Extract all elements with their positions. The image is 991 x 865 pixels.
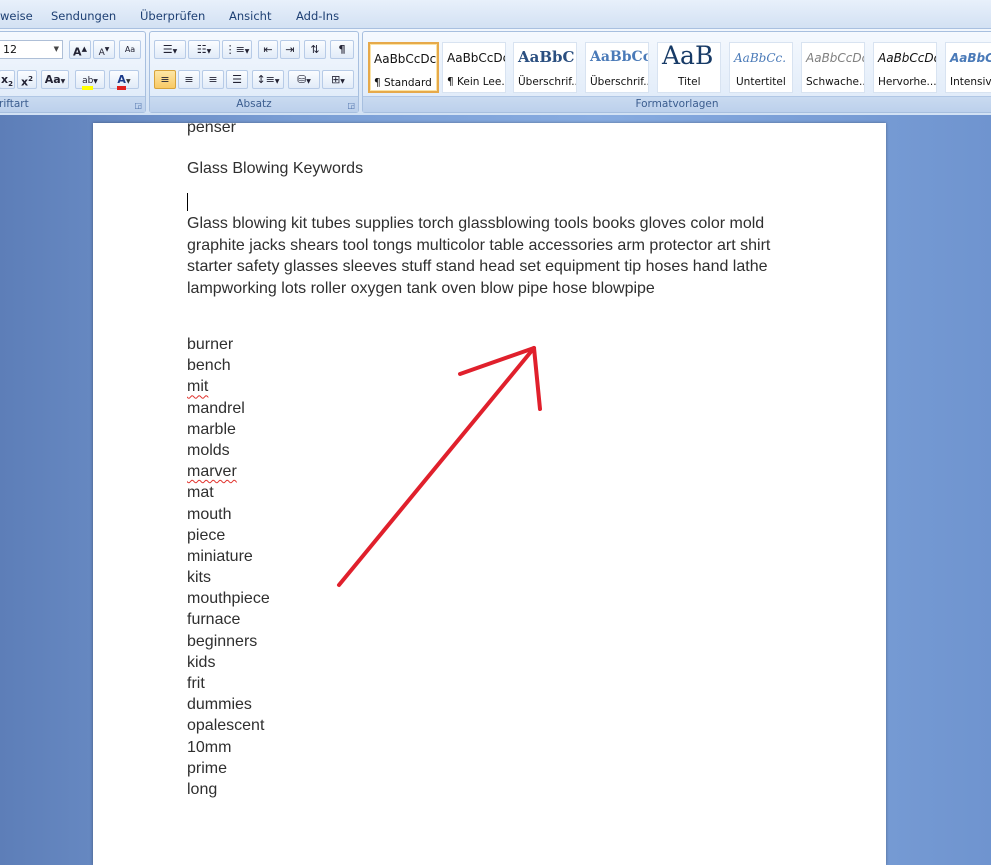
style-intensive-hervorhebung[interactable]: AaBbCc Intensiv xyxy=(945,42,991,93)
decrease-indent-icon: ⇤ xyxy=(263,43,273,56)
change-case-button[interactable]: Aa▼ xyxy=(41,70,69,89)
font-color-button[interactable]: A▼ xyxy=(109,70,139,90)
style-kein-leerraum[interactable]: AaBbCcDc ¶ Kein Lee... xyxy=(442,42,506,93)
align-right-icon: ≡ xyxy=(208,73,218,86)
shrink-font-button[interactable]: A▼ xyxy=(93,40,115,59)
list-item: dummies xyxy=(187,696,252,714)
document-heading: Glass Blowing Keywords xyxy=(187,160,364,177)
increase-indent-icon: ⇥ xyxy=(285,43,295,56)
superscript-button[interactable]: x2 xyxy=(17,70,37,89)
list-item: burner xyxy=(187,336,234,353)
paragraph-group-label: Absatz xyxy=(150,96,358,112)
decrease-indent-button[interactable]: ⇤ xyxy=(258,40,278,59)
align-left-icon: ≡ xyxy=(160,73,170,86)
paragraph-group: ☰▼ ☷▼ ⋮≡▼ ⇤ ⇥ ⇅ ¶ ≡ ≡ ≡ ☰ ↕≡▼ ⛁▼ ⊞▼ Absa… xyxy=(149,31,359,113)
list-item: furnace xyxy=(187,611,241,629)
list-item: molds xyxy=(187,441,230,459)
align-right-button[interactable]: ≡ xyxy=(202,70,224,89)
font-color-icon: A xyxy=(117,73,126,90)
tab-sendungen[interactable]: Sendungen xyxy=(51,9,116,23)
style-schwache-hervorhebung[interactable]: AaBbCcDc Schwache... xyxy=(801,42,865,93)
font-group: 12 ▼ A▲ A▼ Aa x2 x2 Aa▼ ab▼ A▼ riftart ◲ xyxy=(0,31,146,113)
sort-button[interactable]: ⇅ xyxy=(304,40,326,59)
numbered-list-icon: ☷ xyxy=(196,43,207,56)
paint-bucket-icon: ⛁ xyxy=(297,73,307,86)
list-item: mit xyxy=(187,378,209,396)
show-formatting-button[interactable]: ¶ xyxy=(330,40,354,59)
increase-indent-button[interactable]: ⇥ xyxy=(280,40,300,59)
tab-ueberpruefen[interactable]: Überprüfen xyxy=(140,9,205,23)
tab-sendungen-partial[interactable]: weise xyxy=(0,9,33,23)
sort-icon: ⇅ xyxy=(310,43,320,56)
multilevel-list-button[interactable]: ⋮≡▼ xyxy=(222,40,252,59)
borders-icon: ⊞ xyxy=(331,73,341,86)
borders-button[interactable]: ⊞▼ xyxy=(322,70,354,89)
line-spacing-button[interactable]: ↕≡▼ xyxy=(252,70,284,89)
align-center-button[interactable]: ≡ xyxy=(178,70,200,89)
pilcrow-icon: ¶ xyxy=(338,43,346,56)
list-item: kids xyxy=(187,653,216,671)
first-line-text: penser xyxy=(187,119,236,136)
list-item: kits xyxy=(187,569,211,587)
subscript-button[interactable]: x2 xyxy=(0,70,15,89)
shading-button[interactable]: ⛁▼ xyxy=(288,70,320,89)
list-item: marble xyxy=(187,420,236,438)
chevron-down-icon: ▼ xyxy=(53,45,59,53)
ribbon: 12 ▼ A▲ A▼ Aa x2 x2 Aa▼ ab▼ A▼ riftart ◲ xyxy=(0,29,991,115)
align-left-button[interactable]: ≡ xyxy=(154,70,176,89)
justify-button[interactable]: ☰ xyxy=(226,70,248,89)
tab-add-ins[interactable]: Add-Ins xyxy=(296,9,339,23)
multilevel-list-icon: ⋮≡ xyxy=(224,43,245,56)
align-center-icon: ≡ xyxy=(184,73,194,86)
highlight-color-button[interactable]: ab▼ xyxy=(75,70,105,90)
style-untertitel[interactable]: AaBbCc. Untertitel xyxy=(729,42,793,93)
list-item: long xyxy=(187,780,218,798)
tab-ansicht[interactable]: Ansicht xyxy=(229,9,271,23)
grow-font-button[interactable]: A▲ xyxy=(69,40,91,59)
list-item: mouth xyxy=(187,505,232,523)
font-group-label: riftart xyxy=(0,96,145,112)
styles-group: AaBbCcDc ¶ Standard AaBbCcDc ¶ Kein Lee.… xyxy=(362,31,991,113)
style-titel[interactable]: AaB Titel xyxy=(657,42,721,93)
list-item: bench xyxy=(187,357,231,375)
style-ueberschrift-2[interactable]: AaBbCc Überschrif... xyxy=(585,42,649,93)
justify-icon: ☰ xyxy=(232,73,242,86)
numbering-button[interactable]: ☷▼ xyxy=(188,40,220,59)
ribbon-tab-bar: weise Sendungen Überprüfen Ansicht Add-I… xyxy=(0,0,991,29)
line-spacing-icon: ↕≡ xyxy=(256,73,275,86)
clear-formatting-icon: Aa xyxy=(124,45,136,54)
text-cursor xyxy=(187,193,188,211)
list-item: mandrel xyxy=(187,399,245,417)
list-item: prime xyxy=(187,759,228,777)
list-item: beginners xyxy=(187,632,258,650)
font-size-combo[interactable]: 12 ▼ xyxy=(0,40,63,59)
list-item: miniature xyxy=(187,547,253,565)
list-item: mat xyxy=(187,484,214,502)
list-item: frit xyxy=(187,675,205,692)
clear-formatting-button[interactable]: Aa xyxy=(119,40,141,59)
styles-group-label: Formatvorlagen xyxy=(363,96,991,112)
dialog-launcher-icon[interactable]: ◲ xyxy=(134,101,142,110)
style-hervorhebung[interactable]: AaBbCcDc Hervorhe... xyxy=(873,42,937,93)
keyword-list: burner bench mit mandrel marble molds ma… xyxy=(187,334,270,800)
bullet-list-icon: ☰ xyxy=(162,43,173,56)
list-item: marver xyxy=(187,463,237,481)
style-ueberschrift-1[interactable]: AaBbC Überschrif... xyxy=(513,42,577,93)
highlighter-icon: ab xyxy=(82,76,94,90)
list-item: piece xyxy=(187,526,226,544)
font-size-value: 12 xyxy=(3,43,17,56)
style-standard[interactable]: AaBbCcDc ¶ Standard xyxy=(368,42,439,93)
list-item: opalescent xyxy=(187,717,265,735)
bullets-button[interactable]: ☰▼ xyxy=(154,40,186,59)
list-item: 10mm xyxy=(187,738,232,756)
dialog-launcher-icon[interactable]: ◲ xyxy=(347,101,355,110)
keywords-paragraph: Glass blowing kit tubes supplies torch g… xyxy=(187,215,771,297)
list-item: mouthpiece xyxy=(187,590,270,608)
